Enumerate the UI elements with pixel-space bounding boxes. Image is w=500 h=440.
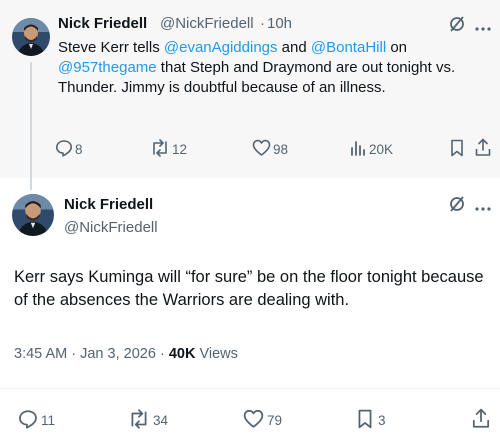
thread-connector-line (30, 62, 32, 190)
reply-count: 11 (41, 413, 56, 428)
time-separator: · (260, 15, 265, 32)
views-count: 40K (168, 346, 196, 362)
views-icon[interactable] (350, 139, 366, 162)
views-label: Views (199, 346, 238, 362)
share-icon[interactable] (472, 408, 490, 434)
text-segment: and (277, 39, 311, 56)
avatar[interactable] (12, 194, 54, 236)
mention-link[interactable]: @BontaHill (311, 39, 386, 56)
avatar[interactable] (12, 18, 50, 56)
author-handle[interactable]: @NickFriedell (64, 219, 158, 236)
reply-icon[interactable] (55, 139, 73, 162)
text-segment: on (386, 39, 408, 56)
repost-count: 34 (153, 413, 169, 428)
more-icon[interactable] (475, 19, 491, 37)
reply-icon[interactable] (18, 409, 38, 434)
post-time[interactable]: 3:45 AM (14, 346, 67, 362)
share-icon[interactable] (475, 138, 491, 162)
post-text: Steve Kerr tells @evanAgiddings and @Bon… (58, 38, 488, 98)
repost-icon[interactable] (128, 409, 150, 434)
author-handle[interactable]: @NickFriedell (160, 15, 254, 32)
bookmark-count: 3 (378, 413, 386, 428)
more-icon[interactable] (475, 199, 491, 217)
repost-icon[interactable] (150, 139, 170, 162)
post-time[interactable]: 10h (267, 15, 292, 32)
post-text: Kerr says Kuminga will “for sure” be on … (14, 268, 484, 309)
post-timestamp: 3:45 AM · Jan 3, 2026 · 40K Views (14, 346, 238, 362)
time-separator: · (159, 346, 165, 362)
text-segment: Steve Kerr tells (58, 39, 164, 56)
reply-count: 8 (75, 142, 83, 157)
mention-link[interactable]: @evanAgiddings (164, 39, 278, 56)
like-icon[interactable] (252, 139, 271, 162)
divider (0, 388, 500, 389)
author-name[interactable]: Nick Friedell (58, 15, 147, 32)
bookmark-icon[interactable] (357, 409, 373, 434)
time-separator: · (71, 346, 77, 362)
bookmark-icon[interactable] (450, 139, 464, 162)
like-icon[interactable] (243, 409, 264, 434)
views-count: 20K (369, 142, 394, 157)
mention-link[interactable]: @957thegame (58, 59, 157, 76)
like-count: 79 (267, 413, 283, 428)
grok-icon[interactable] (448, 15, 466, 38)
grok-icon[interactable] (448, 195, 466, 218)
repost-count: 12 (172, 142, 188, 157)
like-count: 98 (273, 142, 289, 157)
author-name[interactable]: Nick Friedell (64, 196, 153, 213)
post-date[interactable]: Jan 3, 2026 (80, 346, 156, 362)
